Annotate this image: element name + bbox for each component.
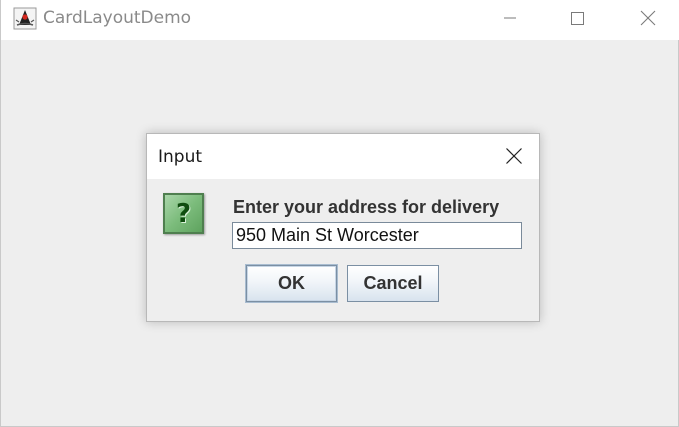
window-title: CardLayoutDemo — [43, 8, 192, 28]
address-input[interactable] — [232, 222, 522, 249]
maximize-button[interactable] — [554, 0, 600, 36]
cancel-button[interactable]: Cancel — [347, 265, 439, 302]
minimize-icon — [504, 17, 516, 19]
minimize-button[interactable] — [487, 0, 533, 36]
question-icon-glyph: ? — [175, 198, 192, 229]
window-close-button[interactable] — [625, 0, 671, 36]
close-icon — [640, 10, 656, 26]
maximize-icon — [571, 12, 584, 25]
java-duke-icon — [13, 6, 37, 30]
prompt-label: Enter your address for delivery — [233, 197, 500, 217]
window-titlebar[interactable]: CardLayoutDemo — [1, 0, 679, 40]
main-window: CardLayoutDemo Input ? Enter your addres… — [0, 0, 679, 427]
input-dialog: Input ? Enter your address for delivery … — [146, 133, 540, 322]
question-icon: ? — [163, 193, 204, 234]
dialog-titlebar[interactable]: Input — [147, 134, 539, 179]
ok-button[interactable]: OK — [246, 265, 337, 302]
dialog-title: Input — [158, 147, 203, 167]
close-icon — [506, 148, 522, 164]
dialog-close-button[interactable] — [497, 140, 531, 172]
